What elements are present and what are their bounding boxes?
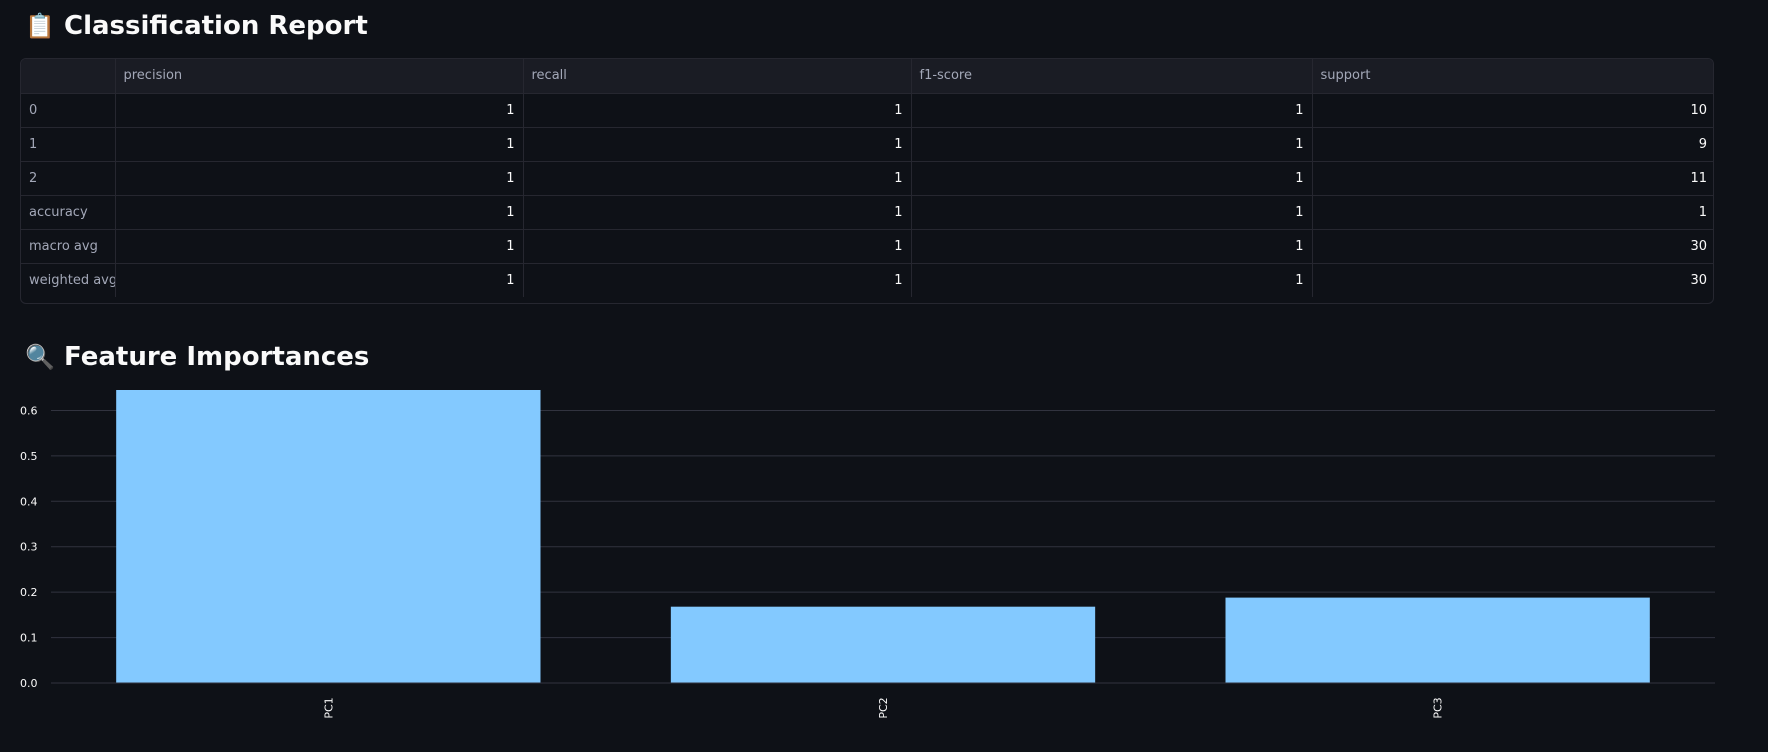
table-cell[interactable]: 1 (911, 93, 1313, 128)
table-cell[interactable]: 1 (911, 229, 1313, 264)
table-cell[interactable]: 1 (115, 229, 524, 264)
column-header-f1-score[interactable]: f1-score (911, 59, 1313, 94)
x-tick-label: PC1 (322, 697, 335, 718)
table-cell[interactable]: 1 (523, 161, 912, 196)
table-cell[interactable]: 11 (1312, 161, 1713, 196)
y-tick-label: 0.2 (20, 586, 38, 599)
row-label[interactable]: 2 (21, 161, 116, 196)
table-cell[interactable]: 1 (115, 263, 524, 297)
row-label[interactable]: weighted avg (21, 263, 116, 297)
table-row: 0 1 1 1 10 (21, 93, 1713, 128)
table-cell[interactable]: 1 (523, 127, 912, 162)
classification-report-title: Classification Report (64, 11, 368, 41)
magnifier-icon: 🔍 (25, 343, 55, 371)
table-row: 2 1 1 1 11 (21, 161, 1713, 196)
table-cell[interactable]: 1 (911, 127, 1313, 162)
table-row: weighted avg 1 1 1 30 (21, 263, 1713, 297)
page: 📋 Classification Report precision recall… (0, 0, 1768, 752)
table-cell[interactable]: 1 (523, 195, 912, 230)
bar-pc1[interactable] (116, 390, 541, 683)
y-tick-label: 0.3 (20, 541, 38, 554)
table-cell[interactable]: 1 (1312, 195, 1713, 230)
y-tick-label: 0.1 (20, 632, 38, 645)
column-header-precision[interactable]: precision (115, 59, 524, 94)
feature-importances-chart[interactable]: 0.0 0.1 0.2 0.3 0.4 0.5 0.6 PC1 PC2 PC3 (0, 384, 1768, 724)
x-tick-label: PC2 (877, 697, 890, 718)
y-tick-label: 0.0 (20, 677, 38, 690)
y-tick-label: 0.6 (20, 404, 38, 417)
table-cell[interactable]: 1 (115, 195, 524, 230)
clipboard-icon: 📋 (25, 12, 55, 40)
y-tick-label: 0.4 (20, 495, 38, 508)
table-row: 1 1 1 1 9 (21, 127, 1713, 162)
table-cell[interactable]: 30 (1312, 229, 1713, 264)
table-cell[interactable]: 10 (1312, 93, 1713, 128)
table-cell[interactable]: 1 (911, 263, 1313, 297)
classification-report-heading: 📋 Classification Report (24, 6, 368, 46)
table-cell[interactable]: 1 (523, 93, 912, 128)
table-cell[interactable]: 1 (523, 263, 912, 297)
feature-importances-title: Feature Importances (64, 342, 370, 372)
classification-report-table[interactable]: precision recall f1-score support 0 1 1 … (20, 58, 1714, 304)
table-row: accuracy 1 1 1 1 (21, 195, 1713, 230)
table-header-row: precision recall f1-score support (21, 59, 1713, 94)
x-tick-label: PC3 (1432, 697, 1445, 718)
table-cell[interactable]: 1 (911, 195, 1313, 230)
column-header-recall[interactable]: recall (523, 59, 912, 94)
table-cell[interactable]: 1 (911, 161, 1313, 196)
row-label[interactable]: 1 (21, 127, 116, 162)
y-tick-label: 0.5 (20, 450, 38, 463)
row-label[interactable]: accuracy (21, 195, 116, 230)
bar-pc3[interactable] (1225, 597, 1650, 683)
feature-importances-heading: 🔍 Feature Importances (24, 337, 369, 377)
table-cell[interactable]: 1 (115, 127, 524, 162)
bar-chart-svg: 0.0 0.1 0.2 0.3 0.4 0.5 0.6 PC1 PC2 PC3 (20, 390, 1715, 719)
row-label[interactable]: 0 (21, 93, 116, 128)
row-label[interactable]: macro avg (21, 229, 116, 264)
table-cell[interactable]: 1 (115, 93, 524, 128)
column-header-index[interactable] (21, 59, 116, 94)
table-cell[interactable]: 30 (1312, 263, 1713, 297)
bar-pc2[interactable] (670, 606, 1096, 683)
table-cell[interactable]: 9 (1312, 127, 1713, 162)
table-row: macro avg 1 1 1 30 (21, 229, 1713, 264)
column-header-support[interactable]: support (1312, 59, 1713, 94)
table-cell[interactable]: 1 (115, 161, 524, 196)
table-cell[interactable]: 1 (523, 229, 912, 264)
